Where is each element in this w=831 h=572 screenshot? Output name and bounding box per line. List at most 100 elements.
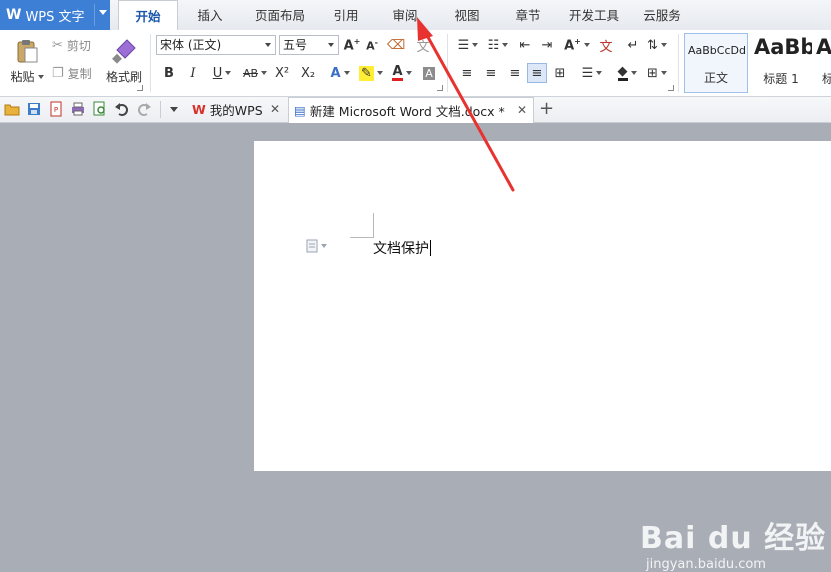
font-color-button[interactable]: A [388, 64, 416, 82]
change-case-button[interactable]: A+ [562, 36, 592, 54]
menu-bar: W WPS 文字 开始 插入 页面布局 引用 审阅 视图 章节 开发工具 云服务 [0, 0, 831, 31]
style-normal[interactable]: AaBbCcDd 正文 [684, 33, 748, 93]
indent-icon: ⇥ [541, 37, 553, 53]
style-heading-2[interactable]: A 标 [814, 33, 831, 93]
print-icon[interactable] [70, 101, 86, 117]
increase-indent-button[interactable]: ⇥ [538, 36, 556, 54]
paint-bucket-icon: ◆ [617, 64, 628, 81]
bullets-button[interactable]: ☰ [454, 36, 482, 54]
highlighter-icon: ✎ [359, 65, 374, 81]
align-left-button[interactable]: ≡ [458, 64, 476, 82]
close-icon[interactable]: ✕ [270, 102, 280, 116]
justify-icon: ≡ [531, 65, 543, 81]
justify-button[interactable]: ≡ [527, 63, 547, 83]
redo-icon[interactable] [136, 101, 152, 117]
doc-tab-label: 新建 Microsoft Word 文档.docx * [309, 104, 505, 119]
style-name: 标题 1 [763, 72, 799, 86]
subscript-button[interactable]: X₂ [298, 64, 318, 82]
italic-button[interactable]: I [184, 64, 202, 82]
watermark-url: jingyan.baidu.com [646, 557, 766, 572]
borders-button[interactable]: ⊞ [644, 64, 670, 82]
chinese-layout-button[interactable]: 文 [596, 36, 616, 55]
open-folder-icon[interactable] [4, 101, 20, 117]
align-right-icon: ≡ [509, 65, 521, 81]
clear-format-button[interactable]: ⌫ [387, 36, 405, 54]
align-center-button[interactable]: ≡ [482, 64, 500, 82]
decrease-indent-button[interactable]: ⇤ [516, 36, 534, 54]
close-icon[interactable]: ✕ [517, 103, 527, 117]
app-menu-button[interactable]: W WPS 文字 [0, 0, 110, 30]
document-text[interactable]: 文档保护 [373, 238, 431, 258]
eraser-icon: ⌫ [386, 37, 406, 53]
clipboard-launcher-icon[interactable] [137, 85, 143, 91]
char-shading-icon: A [423, 66, 435, 80]
app-menu-separator [94, 4, 95, 26]
tab-developer[interactable]: 开发工具 [558, 0, 630, 30]
group-separator [447, 34, 448, 92]
tab-references[interactable]: 引用 [318, 0, 374, 30]
underline-button[interactable]: U [208, 64, 236, 82]
tab-review[interactable]: 审阅 [374, 0, 436, 30]
app-menu-dropdown-icon[interactable] [99, 10, 107, 15]
paragraph-mark-icon: ↵ [627, 37, 639, 53]
sort-button[interactable]: ⇅ [644, 36, 670, 54]
undo-icon[interactable] [114, 101, 130, 117]
phonetic-icon: 文 [416, 39, 430, 55]
align-right-button[interactable]: ≡ [506, 64, 524, 82]
document-workspace: 文档保护 Bai du 经验 jingyan.baidu.com [0, 123, 831, 572]
doc-tab-new-document[interactable]: ▤ 新建 Microsoft Word 文档.docx * ✕ [288, 97, 534, 123]
format-painter-button[interactable]: 格式刷 [102, 34, 146, 88]
new-tab-plus-icon[interactable]: + [539, 98, 554, 119]
shrink-font-button[interactable]: A- [363, 36, 381, 54]
sort-icon: ⇅ [647, 37, 658, 53]
format-painter-icon [112, 38, 136, 64]
copy-button[interactable]: ❐ 复制 [52, 64, 92, 82]
paste-button[interactable]: 粘贴 [6, 34, 48, 88]
show-marks-button[interactable]: ↵ [624, 36, 642, 54]
quick-access-bar: P W 我的WPS ✕ ▤ 新建 Microsoft Word 文档.docx … [0, 97, 831, 123]
text-effect-button[interactable]: A [326, 64, 354, 82]
tab-section[interactable]: 章节 [498, 0, 558, 30]
save-icon[interactable] [26, 101, 42, 117]
doc-tab-my-wps[interactable]: W 我的WPS ✕ [188, 97, 286, 122]
font-launcher-icon[interactable] [437, 85, 443, 91]
bold-button[interactable]: B [160, 64, 178, 82]
strikethrough-button[interactable]: AB [240, 64, 270, 82]
char-shading-button[interactable]: A [420, 64, 438, 82]
phonetic-button[interactable]: 文 [412, 36, 434, 55]
document-page[interactable]: 文档保护 [254, 141, 831, 471]
tab-page-layout[interactable]: 页面布局 [242, 0, 318, 30]
borders-icon: ⊞ [647, 65, 658, 81]
grow-font-button[interactable]: A+ [343, 36, 361, 54]
quick-bar-separator [160, 101, 161, 118]
print-preview-icon[interactable] [92, 101, 108, 117]
tab-insert[interactable]: 插入 [178, 0, 242, 30]
distributed-icon: ⊞ [554, 65, 566, 81]
text-caret [430, 240, 431, 256]
cut-button[interactable]: ✂ 剪切 [52, 36, 91, 54]
style-heading-1[interactable]: AaBb 标题 1 [750, 33, 812, 93]
text-effect-icon: A [330, 65, 341, 81]
cut-label: 剪切 [66, 38, 91, 53]
distributed-button[interactable]: ⊞ [551, 64, 569, 82]
superscript-button[interactable]: X² [272, 64, 292, 82]
tab-home[interactable]: 开始 [118, 0, 178, 30]
export-pdf-icon[interactable]: P [48, 101, 64, 117]
baidu-jingyan-watermark: Bai du 经验 jingyan.baidu.com [640, 513, 826, 572]
tab-cloud-service[interactable]: 云服务 [630, 0, 694, 30]
paragraph-launcher-icon[interactable] [668, 85, 674, 91]
ribbon-tabs: 开始 插入 页面布局 引用 审阅 视图 章节 开发工具 云服务 [118, 0, 694, 30]
highlight-button[interactable]: ✎ [356, 64, 386, 82]
font-name-combo[interactable]: 宋体 (正文) [156, 35, 276, 55]
paste-label: 粘贴 [10, 69, 35, 84]
paragraph-handle-icon[interactable] [306, 239, 327, 253]
font-size-combo[interactable]: 五号 [279, 35, 339, 55]
style-name: 正文 [703, 71, 728, 85]
shading-button[interactable]: ◆ [612, 64, 642, 82]
numbering-button[interactable]: ☷ [484, 36, 512, 54]
customize-quick-access-icon[interactable] [170, 107, 178, 112]
margin-corner-mark [350, 237, 374, 238]
format-painter-label: 格式刷 [105, 69, 142, 84]
line-spacing-button[interactable]: ☰ [578, 64, 606, 82]
tab-view[interactable]: 视图 [436, 0, 498, 30]
